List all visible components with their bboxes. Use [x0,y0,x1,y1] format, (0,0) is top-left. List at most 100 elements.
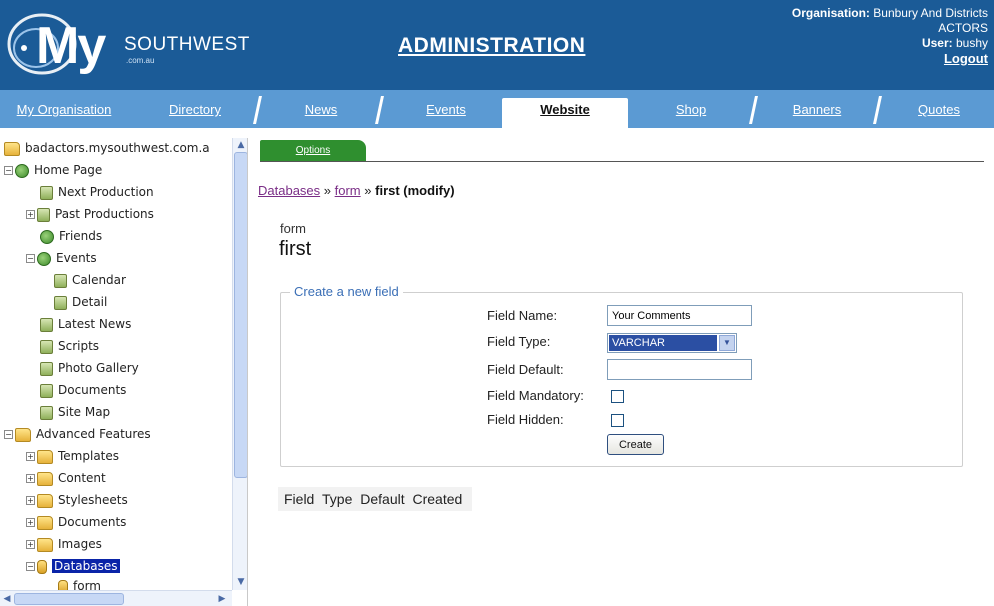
user-label: User: [921,36,953,50]
field-mandatory-checkbox[interactable] [611,390,624,403]
tree-item-images[interactable]: + Images [26,534,102,554]
tree-item-label: Databases [52,559,120,573]
expand-icon[interactable]: + [26,210,35,219]
column-header-created: Created [412,491,463,507]
folder-icon [37,493,53,508]
field-hidden-label: Field Hidden: [487,412,564,427]
tree-item-detail[interactable]: Detail [54,292,107,312]
tree-item-next-production[interactable]: Next Production [40,182,154,202]
scroll-down-icon[interactable]: ▼ [235,576,247,588]
tree-item-scripts[interactable]: Scripts [40,336,99,356]
folder-icon [37,537,53,552]
mysouthwest-logo[interactable]: My SOUTHWEST .com.au [6,8,249,82]
collapse-icon[interactable]: − [26,562,35,571]
expand-icon[interactable]: + [26,474,35,483]
tree-item-calendar[interactable]: Calendar [54,270,126,290]
page-icon [40,339,53,354]
field-type-label: Field Type: [487,334,551,349]
column-header-type: Type [322,491,353,507]
field-default-label: Field Default: [487,362,564,377]
breadcrumb-form-link[interactable]: form [335,183,361,198]
field-name-input[interactable] [607,305,752,326]
tree-item-photo-gallery[interactable]: Photo Gallery [40,358,139,378]
chevron-down-icon[interactable]: ▼ [719,335,735,351]
tree-item-documents-folder[interactable]: + Documents [26,512,126,532]
scroll-up-icon[interactable]: ▲ [235,139,247,151]
org-info: Organisation: Bunbury And Districts ACTO… [792,6,988,67]
page-icon [40,405,53,420]
tree-item-documents-page[interactable]: Documents [40,380,126,400]
tree-item-databases[interactable]: − Databases [26,556,120,576]
folder-icon [37,449,53,464]
collapse-icon[interactable]: − [4,430,13,439]
page-icon [54,273,67,288]
create-button[interactable]: Create [607,434,664,455]
tree-root-label: badactors.mysouthwest.com.a [25,141,210,155]
page-icon [54,295,67,310]
tree-root[interactable]: badactors.mysouthwest.com.a [4,138,210,158]
tab-shop[interactable]: Shop [632,98,750,128]
tree-item-label: Friends [59,229,103,243]
globe-icon [15,163,29,178]
field-type-selected-value: VARCHAR [609,335,717,351]
tree-vertical-scrollbar[interactable]: ▲ ▼ [232,138,247,590]
tree-item-label: Templates [58,449,120,463]
field-type-select[interactable]: VARCHAR ▼ [607,333,737,353]
column-header-default: Default [360,491,405,507]
logo-southwest-text: SOUTHWEST [124,34,250,55]
options-tab[interactable]: Options [260,140,366,162]
tree-horizontal-scrollbar[interactable]: ◀ ▶ [0,590,232,606]
tree-item-label: Stylesheets [58,493,128,507]
breadcrumb: Databases » form » first (modify) [258,183,455,198]
tab-news[interactable]: News [262,98,380,128]
expand-icon[interactable]: + [26,452,35,461]
field-default-input[interactable] [607,359,752,380]
scroll-right-icon[interactable]: ▶ [216,593,228,605]
tree-item-label: Images [58,537,102,551]
expand-icon[interactable]: + [26,496,35,505]
tab-website[interactable]: Website [502,98,628,128]
tree-item-label: Content [58,471,106,485]
globe-icon [37,251,51,266]
logout-link[interactable]: Logout [944,51,988,66]
page-icon [40,361,53,376]
tab-directory[interactable]: Directory [140,98,250,128]
tree-item-templates[interactable]: + Templates [26,446,119,466]
folder-icon [37,471,53,486]
scroll-left-icon[interactable]: ◀ [1,593,13,605]
tab-events[interactable]: Events [386,98,506,128]
expand-icon[interactable]: + [26,540,35,549]
org-name-line1: Bunbury And Districts [873,6,988,20]
tree-item-past-productions[interactable]: + Past Productions [26,204,154,224]
tree-item-friends[interactable]: Friends [40,226,102,246]
user-name: bushy [955,36,988,50]
page-icon [40,185,53,200]
scrollbar-thumb[interactable] [14,593,124,605]
tab-my-organisation[interactable]: My Organisation [0,98,128,128]
expand-icon[interactable]: + [26,518,35,527]
collapse-icon[interactable]: − [4,166,13,175]
globe-icon [40,229,54,244]
tree-item-latest-news[interactable]: Latest News [40,314,131,334]
scrollbar-thumb[interactable] [234,152,247,478]
page-title[interactable]: ADMINISTRATION [398,34,585,58]
database-icon [37,559,47,574]
logo-my-text: My [36,17,106,75]
tree-item-site-map[interactable]: Site Map [40,402,110,422]
site-tree-panel: badactors.mysouthwest.com.a − Home Page N… [0,138,248,606]
collapse-icon[interactable]: − [26,254,35,263]
tree-item-events[interactable]: − Events [26,248,97,268]
tree-item-stylesheets[interactable]: + Stylesheets [26,490,128,510]
tab-quotes[interactable]: Quotes [884,98,994,128]
breadcrumb-databases-link[interactable]: Databases [258,183,320,198]
tree-item-content[interactable]: + Content [26,468,106,488]
field-hidden-checkbox[interactable] [611,414,624,427]
tree-item-label: Latest News [58,317,132,331]
breadcrumb-current: first (modify) [375,183,455,198]
page-icon [37,207,50,222]
folder-icon [15,427,31,442]
tab-banners[interactable]: Banners [758,98,876,128]
field-name-label: Field Name: [487,308,558,323]
tree-item-advanced-features[interactable]: − Advanced Features [4,424,151,444]
tree-item-home-page[interactable]: − Home Page [4,160,102,180]
